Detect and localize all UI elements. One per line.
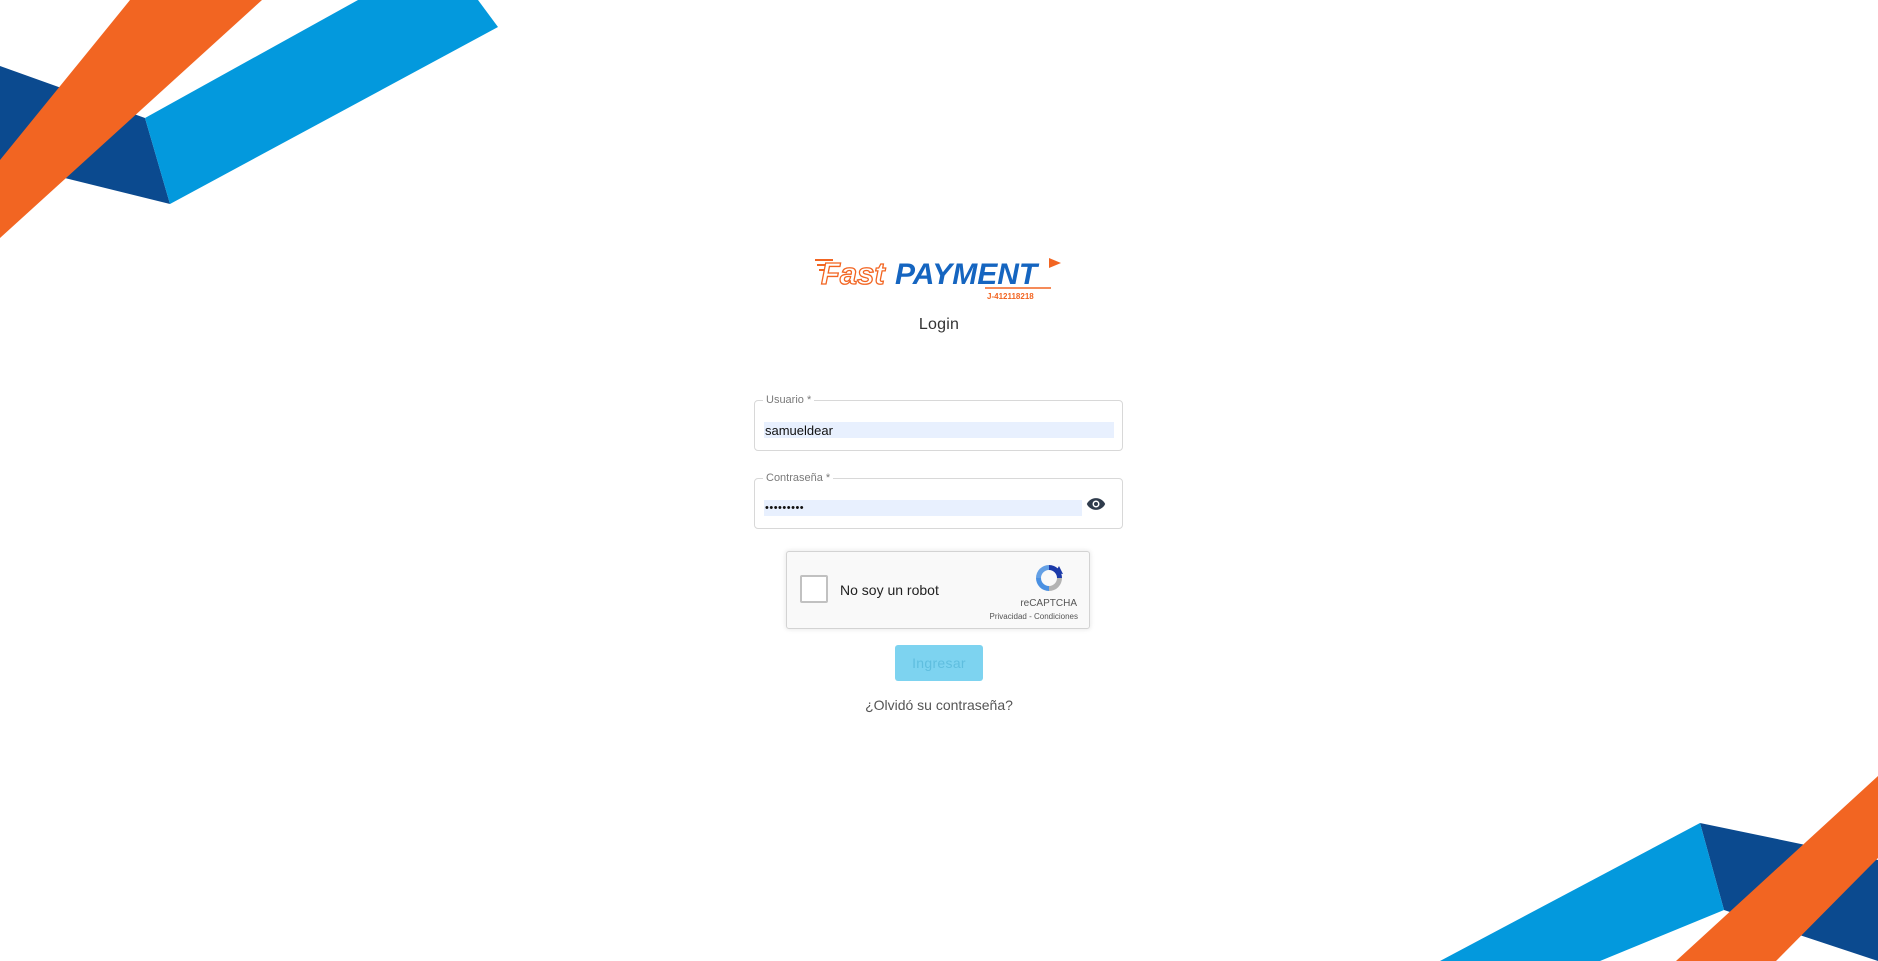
brand-logo-graphic: Fast PAYMENT J-412118218 <box>815 255 1061 301</box>
recaptcha-brand: reCAPTCHA <box>1020 598 1077 609</box>
arrow-icon <box>1049 258 1061 268</box>
password-field[interactable]: Contraseña * <box>754 472 1123 529</box>
username-field[interactable]: Usuario * <box>754 394 1123 451</box>
recaptcha-checkbox[interactable] <box>800 575 828 603</box>
brand-logo: Fast PAYMENT J-412118218 <box>813 252 1065 304</box>
brand-rif: J-412118218 <box>987 292 1034 301</box>
recaptcha-privacy-link[interactable]: Privacidad <box>990 612 1027 621</box>
recaptcha-label: No soy un robot <box>840 582 939 598</box>
forgot-password-link[interactable]: ¿Olvidó su contraseña? <box>0 697 1878 713</box>
recaptcha-widget: No soy un robot reCAPTCHA Privacidad - C… <box>786 551 1090 629</box>
password-label: Contraseña * <box>763 472 834 485</box>
password-input[interactable] <box>764 500 1082 516</box>
login-page: Fast PAYMENT J-412118218 Login Usuario *… <box>0 0 1878 961</box>
eye-icon[interactable] <box>1086 497 1106 511</box>
recaptcha-terms-link[interactable]: Condiciones <box>1034 612 1078 621</box>
brand-name-payment: PAYMENT <box>895 258 1040 291</box>
brand-name-fast: Fast <box>821 256 886 291</box>
recaptcha-logo-icon <box>1036 565 1063 591</box>
ribbon-bottom-light-blue <box>1440 823 1724 961</box>
recaptcha-link-separator: - <box>1026 612 1034 621</box>
username-label: Usuario * <box>763 394 815 407</box>
recaptcha-links: Privacidad - Condiciones <box>990 612 1079 621</box>
login-button[interactable]: Ingresar <box>895 645 983 681</box>
username-input[interactable] <box>764 422 1114 438</box>
page-title: Login <box>918 316 960 333</box>
